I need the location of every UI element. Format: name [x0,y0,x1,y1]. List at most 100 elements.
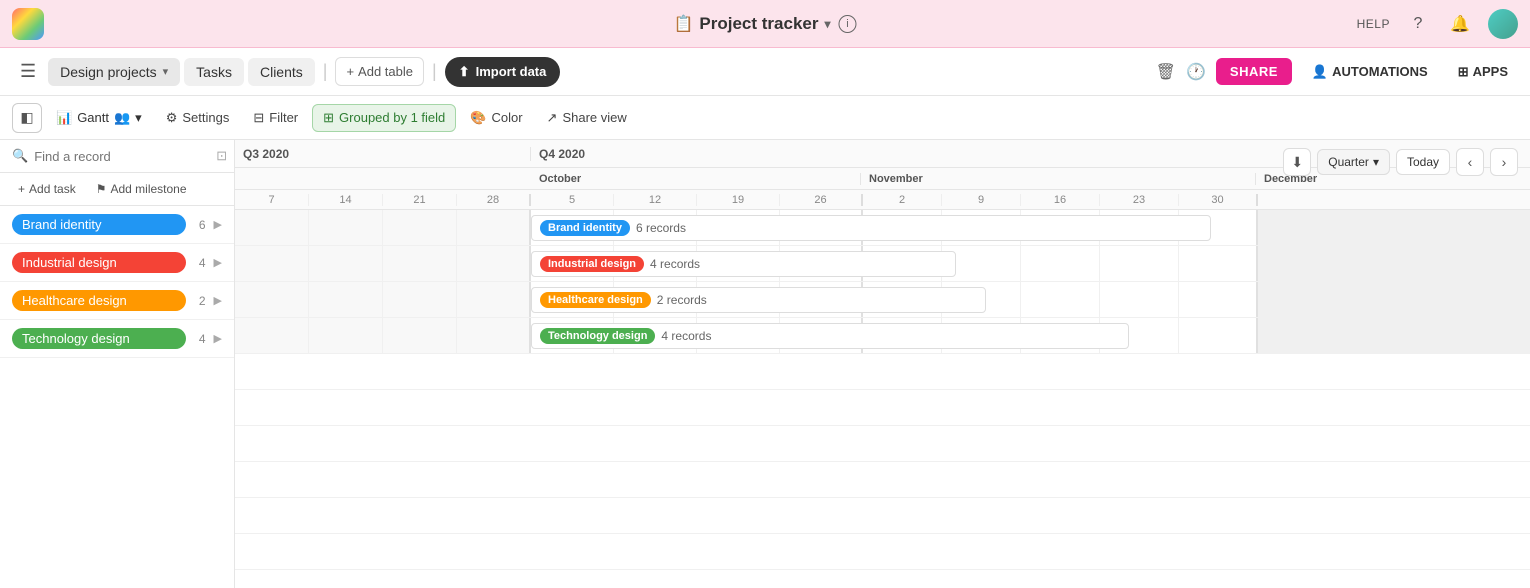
app-logo [12,8,44,40]
gantt-area: ⬇ Quarter ▾ Today ‹ › Q3 2020 Q4 2020 [235,140,1530,588]
next-button[interactable]: › [1490,148,1518,176]
cell [383,246,457,281]
share-view-button[interactable]: ↗ Share view [537,105,637,131]
automations-icon: 👤 [1312,64,1328,80]
cell [1179,282,1258,317]
cell [309,282,383,317]
cell [1021,246,1100,281]
gantt-row-technology: Technology design 4 records [235,318,1530,354]
gantt-bar-healthcare[interactable]: Healthcare design 2 records [531,287,986,313]
trash-icon[interactable]: 🗑 [1156,62,1176,82]
october-label: October [531,173,861,185]
cell [1258,318,1530,353]
cell [235,318,309,353]
bar-tag-technology: Technology design [540,328,655,344]
quarter-caret: ▾ [1373,155,1379,169]
gantt-view-icon: 📊 [56,110,72,126]
add-milestone-icon: ⚑ [96,182,107,196]
add-task-label: Add task [29,182,76,196]
cell [309,318,383,353]
hamburger-icon[interactable]: ☰ [12,57,44,86]
cell [235,282,309,317]
filter-button[interactable]: ⊟ Filter [243,105,308,131]
gantt-bar-technology[interactable]: Technology design 4 records [531,323,1129,349]
cell [235,246,309,281]
avatar[interactable] [1488,9,1518,39]
group-count-brand: 6 [194,218,206,232]
color-label: Color [491,110,522,125]
group-count-industrial: 4 [194,256,206,270]
group-arrow-industrial: ▶ [214,256,222,269]
quarter-selector[interactable]: Quarter ▾ [1317,149,1390,175]
import-icon: ⬆ [459,64,470,80]
group-rows: Brand identity 6 ▶ Industrial design 4 ▶… [0,206,234,588]
day-7: 7 [235,194,309,206]
add-milestone-label: Add milestone [110,182,186,196]
gantt-bar-industrial[interactable]: Industrial design 4 records [531,251,956,277]
group-arrow-brand: ▶ [214,218,222,231]
notification-icon[interactable]: 🔔 [1446,10,1474,38]
tab-tasks[interactable]: Tasks [184,58,244,86]
add-table-button[interactable]: + Add table [335,57,424,86]
gantt-row-empty-3 [235,426,1530,462]
help-icon[interactable]: ? [1404,10,1432,38]
group-arrow-healthcare: ▶ [214,294,222,307]
today-button[interactable]: Today [1396,149,1450,175]
day-28: 28 [457,194,531,206]
share-button[interactable]: SHARE [1216,58,1292,85]
cell [1258,282,1530,317]
color-button[interactable]: 🎨 Color [460,105,532,131]
sidebar-toggle-button[interactable]: ◧ [12,103,42,133]
cell [383,282,457,317]
add-task-button[interactable]: + Add task [12,179,82,199]
project-caret[interactable]: ▾ [824,17,830,31]
find-record-input[interactable] [34,149,210,164]
tab-clients[interactable]: Clients [248,58,315,86]
day-19: 19 [697,194,780,206]
add-task-icon: + [18,182,25,196]
automations-label: AUTOMATIONS [1332,64,1428,79]
cell [1100,282,1179,317]
cell [457,282,531,317]
group-row-industrial[interactable]: Industrial design 4 ▶ [0,244,234,282]
import-data-button[interactable]: ⬆ Import data [445,57,561,87]
day-nov-9: 9 [942,194,1021,206]
find-record-bar: 🔍 ⊡ [0,140,234,173]
history-icon[interactable]: 🕐 [1186,62,1206,82]
main-content: 🔍 ⊡ + Add task ⚑ Add milestone Brand ide… [0,140,1530,588]
tab-design-projects[interactable]: Design projects ▾ [48,58,180,86]
group-arrow-technology: ▶ [214,332,222,345]
automations-button[interactable]: 👤 AUTOMATIONS [1302,58,1438,86]
prev-button[interactable]: ‹ [1456,148,1484,176]
cell [1258,210,1530,245]
group-label-brand: Brand identity [12,214,186,235]
gantt-bar-brand[interactable]: Brand identity 6 records [531,215,1211,241]
info-icon[interactable]: i [839,15,857,33]
group-row-brand[interactable]: Brand identity 6 ▶ [0,206,234,244]
bar-tag-industrial: Industrial design [540,256,644,272]
gantt-row-empty-6 [235,534,1530,570]
gantt-row-brand: Brand identity 6 records [235,210,1530,246]
day-14: 14 [309,194,383,206]
group-row-technology[interactable]: Technology design 4 ▶ [0,320,234,358]
tab-design-caret: ▾ [163,65,169,78]
expand-icon[interactable]: ⊡ [216,148,227,164]
top-bar-center: 📋 Project tracker ▾ i [673,14,856,34]
settings-button[interactable]: ⚙ Settings [156,105,240,131]
apps-button[interactable]: ⊞ APPS [1448,58,1518,86]
group-label-industrial: Industrial design [12,252,186,273]
download-button[interactable]: ⬇ [1283,148,1311,176]
view-caret: ▾ [135,110,142,126]
share-view-label: Share view [562,110,626,125]
cell [383,210,457,245]
add-milestone-button[interactable]: ⚑ Add milestone [90,179,193,199]
group-row-healthcare[interactable]: Healthcare design 2 ▶ [0,282,234,320]
cell [309,210,383,245]
day-12: 12 [614,194,697,206]
sidebar-toggle-icon: ◧ [20,109,33,126]
grouped-button[interactable]: ⊞ Grouped by 1 field [312,104,456,132]
cell [1258,246,1530,281]
gantt-view-button[interactable]: 📊 Gantt 👥 ▾ [46,105,152,131]
gantt-row-empty-1 [235,354,1530,390]
gantt-row-empty-2 [235,390,1530,426]
